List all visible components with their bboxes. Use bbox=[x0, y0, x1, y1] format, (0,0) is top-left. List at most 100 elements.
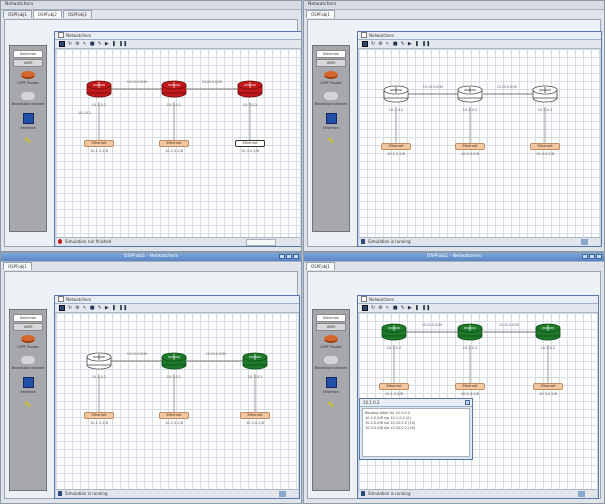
maximize-button[interactable] bbox=[589, 254, 595, 259]
window-titlebar[interactable]: OSPFobj1 - Netwatchers bbox=[304, 253, 604, 262]
palette-item-ospf-router[interactable]: OSPF Router bbox=[313, 71, 349, 85]
palette-selection-tool[interactable]: Selection bbox=[316, 50, 346, 58]
routing-table-dialog[interactable]: 10.1.0.2 Routing table for 10.1.0.2: 10.… bbox=[359, 398, 473, 460]
router-2[interactable] bbox=[161, 352, 187, 370]
interface-node[interactable]: Ethernet bbox=[235, 140, 265, 147]
router-2[interactable] bbox=[457, 85, 483, 103]
refresh-icon[interactable]: ↻ bbox=[68, 41, 72, 47]
interface-node[interactable]: Ethernet bbox=[455, 143, 485, 150]
grid-icon[interactable] bbox=[59, 41, 65, 47]
grid-icon[interactable] bbox=[362, 41, 368, 47]
interface-node[interactable]: Ethernet bbox=[84, 412, 114, 419]
select-icon[interactable]: ↖ bbox=[83, 305, 87, 311]
settings-icon[interactable]: ⚙ bbox=[378, 41, 382, 47]
window-titlebar[interactable]: Netwatchers bbox=[1, 1, 301, 10]
pause-icon[interactable]: ❚❚ bbox=[119, 305, 127, 311]
settings-icon[interactable]: ⚙ bbox=[75, 305, 79, 311]
interface-node[interactable]: Ethernet bbox=[159, 412, 189, 419]
palette-uims[interactable]: UIMS bbox=[13, 59, 43, 67]
network-grid[interactable]: 10.10.0.0/30 10.20.0.0/30 10.1.0.2 10.2.… bbox=[359, 49, 600, 237]
palette-uims[interactable]: UIMS bbox=[316, 59, 346, 67]
router-3[interactable] bbox=[242, 352, 268, 370]
tab-ospfobj1[interactable]: OSPFobj1 bbox=[3, 262, 32, 270]
pause-icon[interactable]: ❚❚ bbox=[119, 41, 127, 47]
step-icon[interactable]: ❚ bbox=[112, 305, 116, 311]
step-icon[interactable]: ❚ bbox=[112, 41, 116, 47]
stop-icon[interactable]: ■ bbox=[90, 305, 95, 311]
refresh-icon[interactable]: ↻ bbox=[68, 305, 72, 311]
palette-item-ospf-router[interactable]: OSPF Router bbox=[10, 335, 46, 349]
router-1[interactable] bbox=[381, 323, 407, 341]
palette-item-link-tool[interactable]: ✎ bbox=[10, 401, 46, 411]
stop-icon[interactable]: ■ bbox=[90, 41, 95, 47]
interface-node[interactable]: Ethernet bbox=[530, 143, 560, 150]
palette-item-link-tool[interactable]: ✎ bbox=[313, 401, 349, 411]
settings-icon[interactable]: ⚙ bbox=[75, 41, 79, 47]
close-button[interactable] bbox=[596, 254, 602, 259]
palette-selection-tool[interactable]: Selection bbox=[13, 314, 43, 322]
window-titlebar[interactable]: OSPFobj1 - Netwatchers bbox=[1, 253, 301, 262]
select-icon[interactable]: ↖ bbox=[83, 41, 87, 47]
tab-ospfobj3[interactable]: OSPFobj3 bbox=[62, 10, 92, 18]
edit-icon[interactable]: ✎ bbox=[98, 41, 102, 47]
interface-node[interactable]: Ethernet bbox=[455, 383, 485, 390]
interface-node[interactable]: Ethernet bbox=[84, 140, 114, 147]
play-icon[interactable]: ▶ bbox=[408, 305, 412, 311]
palette-item-link-tool[interactable]: ✎ bbox=[313, 137, 349, 147]
router-1[interactable] bbox=[383, 85, 409, 103]
tab-ospfobj1[interactable]: OSPFobj1 bbox=[306, 10, 335, 18]
palette-selection-tool[interactable]: Selection bbox=[13, 50, 43, 58]
palette-uims[interactable]: UIMS bbox=[13, 323, 43, 331]
palette-item-broadcast-network[interactable]: Broadcast network bbox=[10, 92, 46, 106]
palette-item-interface[interactable]: Interface bbox=[313, 113, 349, 130]
select-icon[interactable]: ↖ bbox=[386, 305, 390, 311]
play-icon[interactable]: ▶ bbox=[105, 41, 109, 47]
minimize-button[interactable] bbox=[582, 254, 588, 259]
stop-icon[interactable]: ■ bbox=[393, 41, 398, 47]
palette-item-broadcast-network[interactable]: Broadcast network bbox=[10, 356, 46, 370]
step-icon[interactable]: ❚ bbox=[415, 41, 419, 47]
tab-ospfobj1[interactable]: OSPFobj1 bbox=[3, 10, 32, 18]
edit-icon[interactable]: ✎ bbox=[401, 305, 405, 311]
interface-node[interactable]: Ethernet bbox=[381, 143, 411, 150]
play-icon[interactable]: ▶ bbox=[408, 41, 412, 47]
interface-node[interactable]: Ethernet bbox=[379, 383, 409, 390]
router-3[interactable] bbox=[535, 323, 561, 341]
pause-icon[interactable]: ❚❚ bbox=[422, 41, 430, 47]
interface-node[interactable]: Ethernet bbox=[159, 140, 189, 147]
play-icon[interactable]: ▶ bbox=[105, 305, 109, 311]
close-button[interactable] bbox=[465, 400, 470, 405]
select-icon[interactable]: ↖ bbox=[386, 41, 390, 47]
palette-item-link-tool[interactable]: ✎ bbox=[10, 137, 46, 147]
tab-ospfobj2[interactable]: OSPFobj2 bbox=[32, 10, 62, 18]
stop-icon[interactable]: ■ bbox=[393, 305, 398, 311]
router-2[interactable] bbox=[457, 323, 483, 341]
network-grid[interactable]: 10.10.0.0/30 10.20.0.0/30 10.1.0.2 10.2.… bbox=[56, 49, 300, 237]
router-1[interactable] bbox=[86, 352, 112, 370]
refresh-icon[interactable]: ↻ bbox=[371, 41, 375, 47]
palette-item-ospf-router[interactable]: OSPF Router bbox=[313, 335, 349, 349]
palette-item-ospf-router[interactable]: OSPF Router bbox=[10, 71, 46, 85]
palette-item-broadcast-network[interactable]: Broadcast network bbox=[313, 92, 349, 106]
edit-icon[interactable]: ✎ bbox=[401, 41, 405, 47]
palette-item-interface[interactable]: Interface bbox=[313, 377, 349, 394]
router-3[interactable] bbox=[237, 80, 263, 98]
palette-item-broadcast-network[interactable]: Broadcast network bbox=[313, 356, 349, 370]
tab-ospfobj1[interactable]: OSPFobj1 bbox=[306, 262, 335, 270]
close-button[interactable] bbox=[293, 254, 299, 259]
maximize-button[interactable] bbox=[286, 254, 292, 259]
router-3[interactable] bbox=[532, 85, 558, 103]
palette-selection-tool[interactable]: Selection bbox=[316, 314, 346, 322]
edit-icon[interactable]: ✎ bbox=[98, 305, 102, 311]
refresh-icon[interactable]: ↻ bbox=[371, 305, 375, 311]
grid-icon[interactable] bbox=[362, 305, 368, 311]
minimize-button[interactable] bbox=[279, 254, 285, 259]
interface-node[interactable]: Ethernet bbox=[240, 412, 270, 419]
settings-icon[interactable]: ⚙ bbox=[378, 305, 382, 311]
step-icon[interactable]: ❚ bbox=[415, 305, 419, 311]
palette-item-interface[interactable]: Interface bbox=[10, 113, 46, 130]
router-2[interactable] bbox=[161, 80, 187, 98]
palette-uims[interactable]: UIMS bbox=[316, 323, 346, 331]
grid-icon[interactable] bbox=[59, 305, 65, 311]
router-1[interactable] bbox=[86, 80, 112, 98]
